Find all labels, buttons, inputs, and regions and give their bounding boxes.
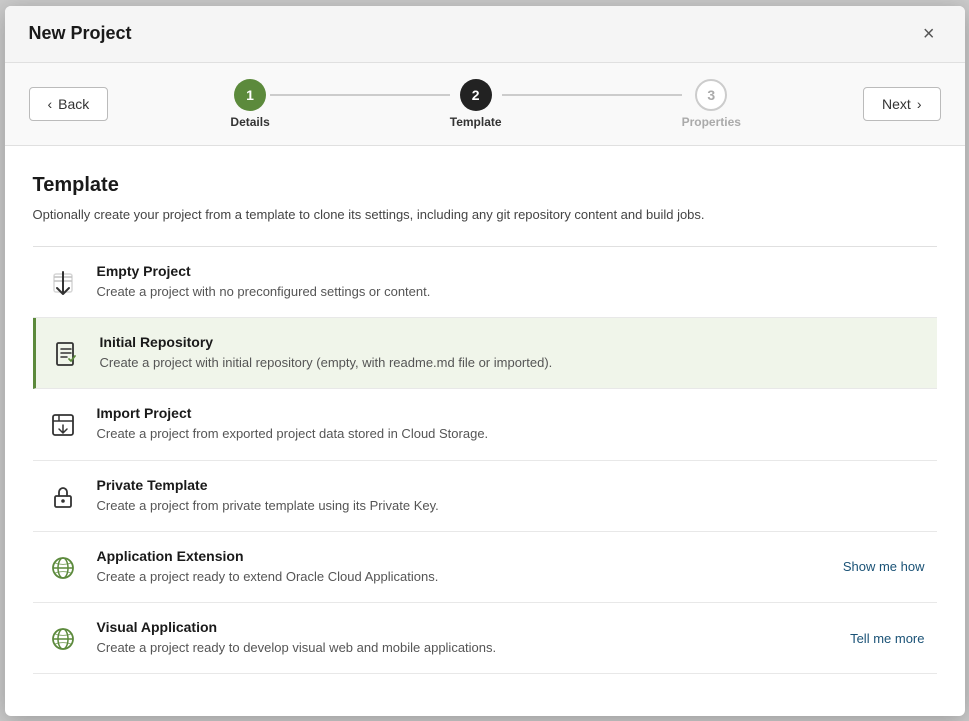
next-icon: › [917, 96, 922, 112]
template-item-import[interactable]: Import Project Create a project from exp… [33, 389, 937, 460]
close-button[interactable]: × [917, 22, 941, 46]
app-extension-icon [45, 550, 81, 586]
import-project-info: Import Project Create a project from exp… [97, 405, 925, 443]
visual-app-icon [45, 621, 81, 657]
step-2-label: Template [450, 115, 502, 129]
step-details: 1 Details [230, 79, 269, 129]
initial-repo-info: Initial Repository Create a project with… [100, 334, 925, 372]
empty-project-desc: Create a project with no preconfigured s… [97, 283, 925, 301]
template-item-private[interactable]: Private Template Create a project from p… [33, 461, 937, 532]
back-icon: ‹ [48, 96, 53, 112]
initial-repo-desc: Create a project with initial repository… [100, 354, 925, 372]
template-list: Empty Project Create a project with no p… [33, 246, 937, 674]
initial-repo-name: Initial Repository [100, 334, 925, 350]
private-template-name: Private Template [97, 477, 925, 493]
section-description: Optionally create your project from a te… [33, 205, 937, 225]
step-properties: 3 Properties [682, 79, 741, 129]
private-template-icon [45, 479, 81, 515]
private-template-info: Private Template Create a project from p… [97, 477, 925, 515]
empty-project-info: Empty Project Create a project with no p… [97, 263, 925, 301]
dialog-header: New Project × [5, 6, 965, 63]
import-project-name: Import Project [97, 405, 925, 421]
template-item-empty[interactable]: Empty Project Create a project with no p… [33, 247, 937, 318]
step-3-label: Properties [682, 115, 741, 129]
empty-project-name: Empty Project [97, 263, 925, 279]
template-item-app-extension[interactable]: Application Extension Create a project r… [33, 532, 937, 603]
app-extension-info: Application Extension Create a project r… [97, 548, 827, 586]
step-2-circle: 2 [460, 79, 492, 111]
step-1-label: Details [230, 115, 269, 129]
next-button[interactable]: Next › [863, 87, 940, 121]
app-extension-desc: Create a project ready to extend Oracle … [97, 568, 827, 586]
next-label: Next [882, 96, 911, 112]
stepper: 1 Details 2 Template 3 Properties [108, 79, 863, 129]
step-template: 2 Template [450, 79, 502, 129]
initial-repo-icon [48, 336, 84, 372]
visual-app-info: Visual Application Create a project read… [97, 619, 835, 657]
step-line-1-2 [270, 94, 450, 96]
import-project-desc: Create a project from exported project d… [97, 425, 925, 443]
back-label: Back [58, 96, 89, 112]
empty-project-icon [45, 265, 81, 301]
step-1-circle: 1 [234, 79, 266, 111]
app-extension-name: Application Extension [97, 548, 827, 564]
private-template-desc: Create a project from private template u… [97, 497, 925, 515]
dialog-title: New Project [29, 23, 132, 44]
new-project-dialog: New Project × ‹ Back 1 Details 2 Templat… [5, 6, 965, 716]
template-item-initial-repo[interactable]: Initial Repository Create a project with… [33, 318, 937, 389]
visual-app-desc: Create a project ready to develop visual… [97, 639, 835, 657]
step-line-2-3 [502, 94, 682, 96]
dialog-nav: ‹ Back 1 Details 2 Template 3 Properties [5, 63, 965, 146]
step-3-circle: 3 [695, 79, 727, 111]
template-item-visual-app[interactable]: Visual Application Create a project read… [33, 603, 937, 674]
import-project-icon [45, 407, 81, 443]
visual-app-name: Visual Application [97, 619, 835, 635]
section-title: Template [33, 174, 937, 197]
visual-app-action[interactable]: Tell me more [850, 631, 924, 646]
dialog-body: Template Optionally create your project … [5, 146, 965, 716]
back-button[interactable]: ‹ Back [29, 87, 109, 121]
app-extension-action[interactable]: Show me how [843, 559, 925, 574]
